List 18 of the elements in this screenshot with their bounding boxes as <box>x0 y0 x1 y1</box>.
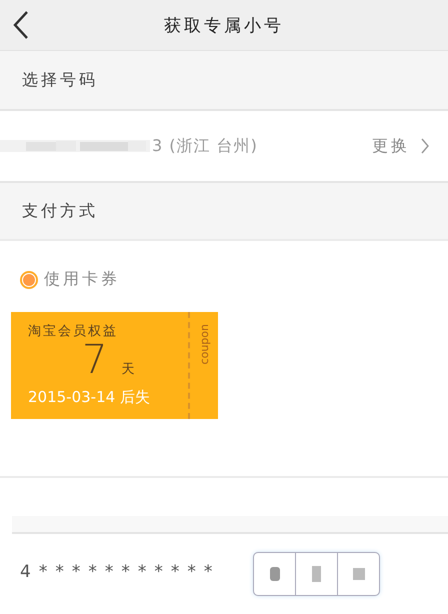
coupon-side-label: coupon <box>198 324 210 364</box>
blurred-key <box>352 568 364 580</box>
coupon-card[interactable]: 淘宝会员权益 7 天 2015-03-14 后失 coupon <box>11 312 218 419</box>
chevron-right-icon <box>420 137 430 155</box>
change-button[interactable]: 更换 <box>372 136 430 156</box>
phone-number: 3 (浙江 台州) <box>152 136 258 156</box>
coupon-expiry: 2015-03-14 后失 <box>28 388 151 407</box>
coupon-amount: 7 <box>82 340 108 380</box>
coupon-title: 淘宝会员权益 <box>28 323 119 340</box>
masked-number: 4*********** <box>20 562 220 582</box>
page-title: 获取专属小号 <box>164 14 284 36</box>
section-heading: 选择号码 <box>22 70 98 90</box>
radio-button[interactable] <box>20 270 38 288</box>
blurred-key <box>312 566 321 582</box>
lock-icon <box>270 567 280 581</box>
coupon-unit: 天 <box>121 363 134 376</box>
section-heading: 支付方式 <box>22 200 98 222</box>
coupon-option[interactable]: 使用卡券 <box>20 269 120 290</box>
